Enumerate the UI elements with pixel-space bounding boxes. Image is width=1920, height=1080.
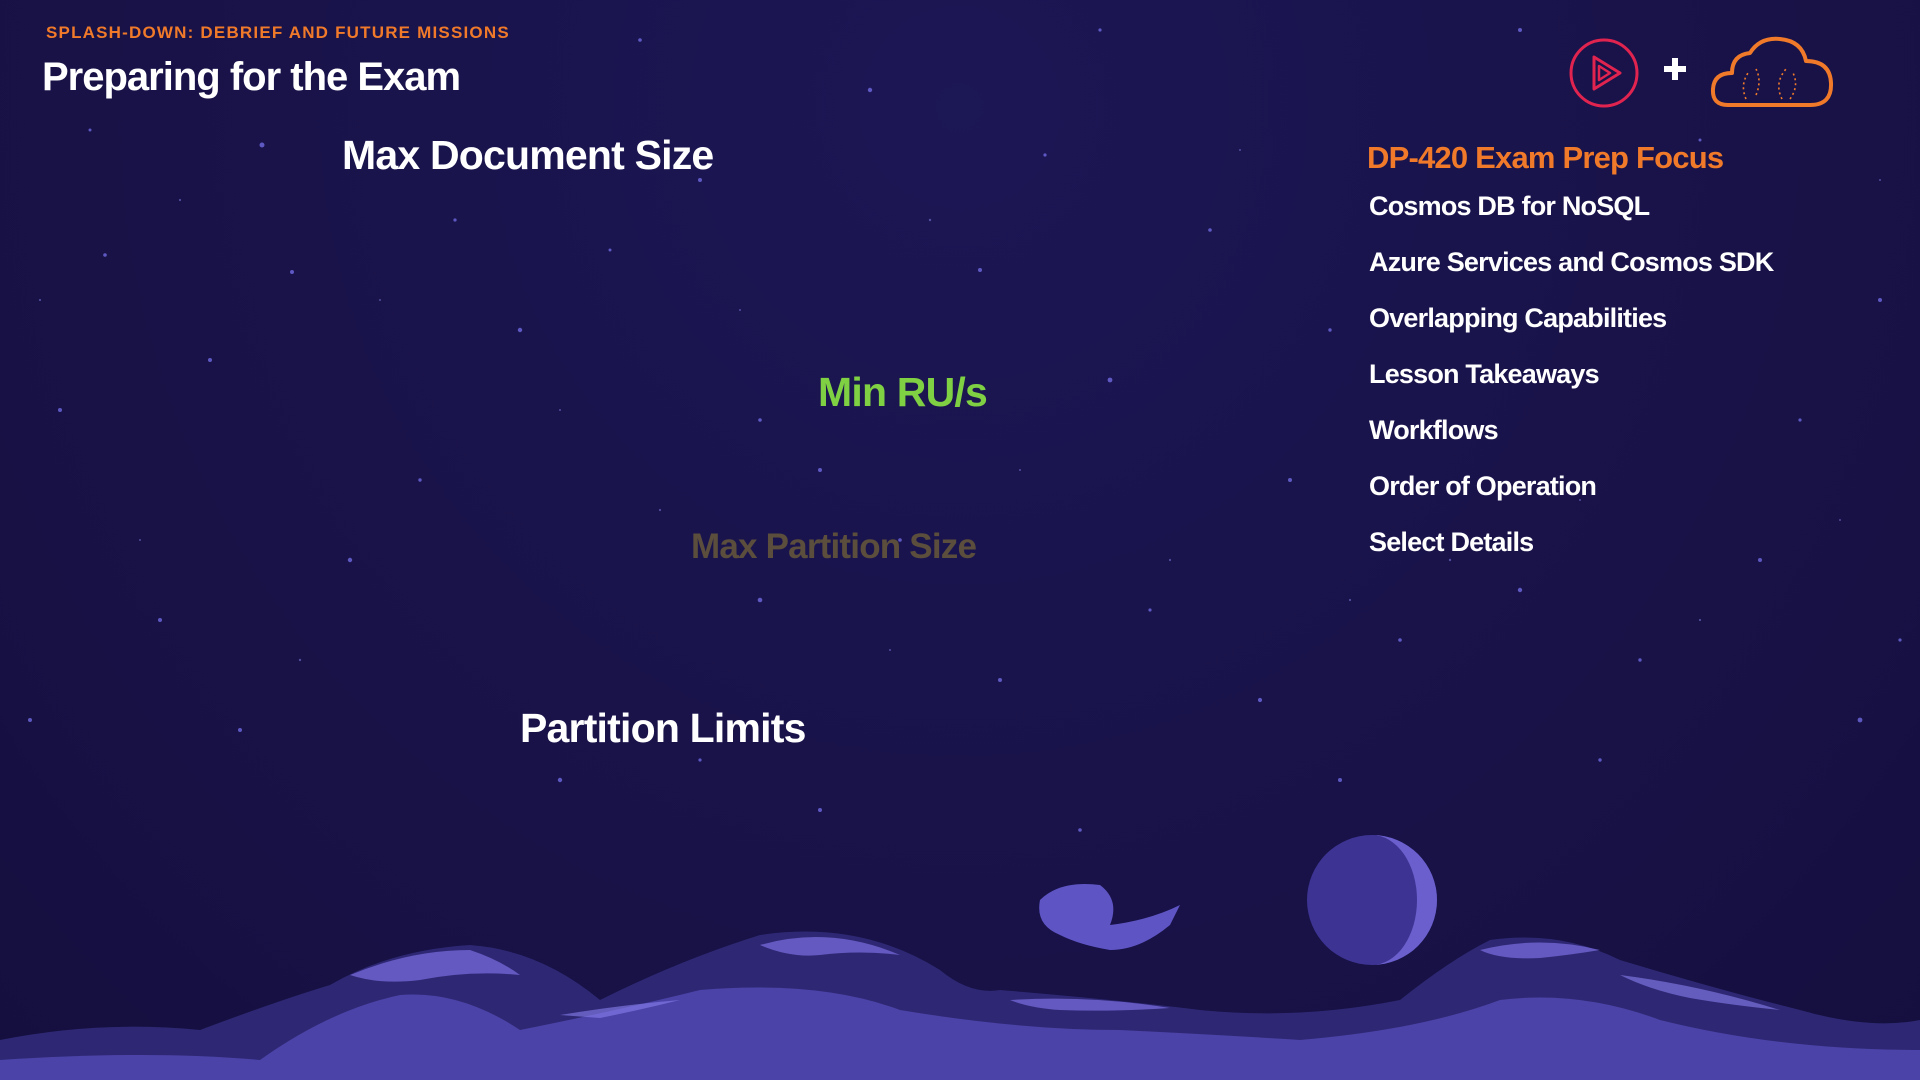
focus-item-order-of-operation: Order of Operation — [1369, 471, 1597, 501]
section-kicker: SPLASH-DOWN: DEBRIEF AND FUTURE MISSIONS — [46, 23, 510, 42]
focus-item-cosmos-nosql: Cosmos DB for NoSQL — [1369, 191, 1650, 221]
focus-item-workflows: Workflows — [1369, 415, 1499, 445]
plus-icon — [1664, 58, 1686, 80]
focus-item-select-details: Select Details — [1369, 527, 1534, 557]
focus-item-azure-services-sdk: Azure Services and Cosmos SDK — [1369, 247, 1774, 277]
exam-prep-focus-panel: DP-420 Exam Prep Focus Cosmos DB for NoS… — [1367, 140, 1907, 580]
focus-item-overlapping-capabilities: Overlapping Capabilities — [1369, 303, 1667, 333]
term-max-document-size: Max Document Size — [342, 132, 714, 178]
slide: SPLASH-DOWN: DEBRIEF AND FUTURE MISSIONS… — [0, 0, 1920, 1080]
focus-list: Cosmos DB for NoSQL Azure Services and C… — [1367, 188, 1907, 580]
term-max-partition-size: Max Partition Size — [691, 527, 977, 566]
term-partition-limits: Partition Limits — [520, 705, 806, 751]
term-min-rus: Min RU/s — [818, 369, 988, 415]
planet-illustration — [1307, 835, 1437, 965]
astronaut-silhouette — [1039, 884, 1180, 950]
focus-item-lesson-takeaways: Lesson Takeaways — [1369, 359, 1600, 389]
focus-heading: DP-420 Exam Prep Focus — [1367, 140, 1724, 175]
play-icon — [1569, 38, 1639, 108]
page-title: Preparing for the Exam — [42, 55, 461, 99]
cloud-icon — [1710, 36, 1834, 107]
